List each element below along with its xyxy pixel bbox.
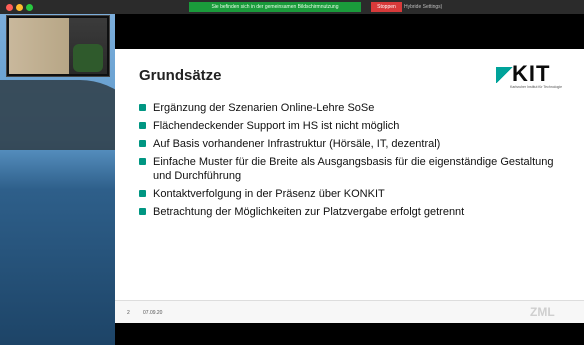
kit-wordmark: KIT [512,61,551,86]
video-wall [9,18,69,74]
zml-logo: ZML [530,305,555,319]
close-window-button[interactable] [6,4,13,11]
slide-bullet: Betrachtung der Möglichkeiten zur Platzv… [139,205,569,219]
slide-page-number: 2 [127,310,130,316]
slide-bullet: Flächendeckender Support im HS ist nicht… [139,119,569,133]
maximize-window-button[interactable] [26,4,33,11]
window-title: Hybride Settings) [404,4,443,10]
slide-bullet: Auf Basis vorhandener Infrastruktur (Hör… [139,137,569,151]
slide-bullet-list: Ergänzung der Szenarien Online-Lehre SoS… [139,101,569,223]
participant-video-thumbnail[interactable] [6,15,110,77]
slide-bullet: Kontaktverfolgung in der Präsenz über KO… [139,187,569,201]
slide-footer: 2 07.09.20 ZML [115,301,584,323]
video-plant [73,44,103,72]
slide-title: Grundsätze [139,67,222,84]
slide-date: 07.09.20 [143,310,163,316]
minimize-window-button[interactable] [16,4,23,11]
presentation-slide: Grundsätze KIT Karlsruher Institut für T… [115,49,584,323]
stop-share-button[interactable]: Stoppen [371,2,402,12]
kit-logo: KIT Karlsruher Institut für Technologie [494,61,564,89]
shared-screen-area: Grundsätze KIT Karlsruher Institut für T… [115,14,584,345]
screen-share-banner: Sie befinden sich in der gemeinsamen Bil… [189,2,361,12]
slide-bullet: Ergänzung der Szenarien Online-Lehre SoS… [139,101,569,115]
kit-subtitle: Karlsruher Institut für Technologie [510,85,563,89]
slide-bullet: Einfache Muster für die Breite als Ausga… [139,155,569,183]
window-titlebar: Sie befinden sich in der gemeinsamen Bil… [0,0,584,14]
